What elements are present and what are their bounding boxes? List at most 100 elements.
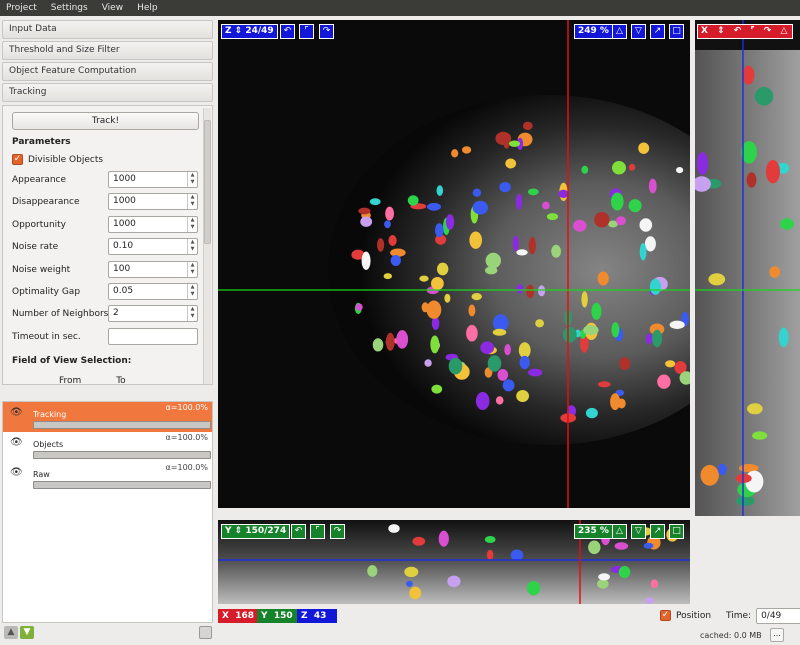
cell-segment	[480, 341, 495, 355]
param-appearance: Appearance 1000 ▲ ▼	[12, 171, 202, 189]
coord-y: Y 150	[257, 609, 297, 623]
cell-segment	[618, 566, 631, 579]
cell-segment	[431, 277, 444, 290]
applet-input-data[interactable]: Input Data	[2, 20, 213, 39]
spin-arrows[interactable]: ▲ ▼	[187, 262, 197, 277]
rotate-left-icon[interactable]: ↶	[280, 24, 295, 39]
opacity-slider[interactable]	[33, 451, 211, 459]
menu-project[interactable]: Project	[6, 3, 37, 13]
param-label: Disappearance	[12, 197, 80, 207]
cell-segment	[528, 368, 543, 377]
rotate-right-icon[interactable]: ↷	[330, 524, 345, 539]
move-down-icon[interactable]: ▼	[20, 626, 34, 639]
cell-segment	[628, 163, 636, 171]
applet-scrollbar[interactable]	[203, 108, 211, 384]
opportunity-spinbox[interactable]: 1000 ▲ ▼	[108, 216, 198, 233]
parameters-heading: Parameters	[12, 137, 71, 147]
maximize-icon[interactable]: □	[669, 524, 684, 539]
noise-rate-spinbox[interactable]: 0.10 ▲ ▼	[108, 238, 198, 255]
swap-axes-icon[interactable]: ⌜	[310, 524, 325, 539]
scrollbar-thumb[interactable]	[204, 120, 211, 244]
position-checkbox[interactable]: ✓	[660, 610, 671, 621]
y-slice-spinbox[interactable]: Y ⇕ 150/274	[221, 524, 291, 539]
swap-axes-icon[interactable]: ⌜	[299, 24, 314, 39]
menu-settings[interactable]: Settings	[51, 3, 88, 13]
menu-view[interactable]: View	[102, 3, 123, 13]
maximize-icon[interactable]: □	[669, 24, 684, 39]
more-button[interactable]: ...	[770, 628, 784, 642]
spin-arrows[interactable]: ▲ ▼	[187, 306, 197, 321]
cell-segment	[657, 374, 671, 389]
undock-icon[interactable]: ↗	[650, 24, 665, 39]
param-noise-weight: Noise weight 100 ▲ ▼	[12, 261, 202, 279]
menu-help[interactable]: Help	[137, 3, 158, 13]
layer-raw[interactable]: 👁 Raw α=100.0%	[3, 462, 212, 492]
yz-image[interactable]	[695, 20, 800, 516]
zoom-level-bottom[interactable]: 235 %	[574, 524, 613, 539]
applet-tracking[interactable]: Tracking	[2, 83, 213, 102]
move-up-icon[interactable]: ▲	[4, 626, 18, 639]
eye-icon[interactable]: 👁	[10, 407, 23, 418]
rotate-left-icon[interactable]: ↶	[291, 524, 306, 539]
slice-up-icon[interactable]: △	[612, 524, 627, 539]
cell-segment	[588, 540, 601, 555]
viewer-xy[interactable]: Z ⇕ 24/49 ↶ ⌜ ↷ 249 % △ ▽ ↗ □	[218, 20, 690, 508]
layer-options-button[interactable]	[199, 626, 212, 639]
cell-segment	[444, 293, 451, 303]
applet-threshold-filter[interactable]: Threshold and Size Filter	[2, 41, 213, 60]
cell-segment	[597, 579, 609, 589]
spin-arrows[interactable]: ▲ ▼	[187, 239, 197, 254]
track-button[interactable]: Track!	[12, 112, 199, 130]
cell-segment	[611, 322, 620, 338]
cell-segment	[495, 396, 504, 405]
slice-up-icon[interactable]: △	[612, 24, 627, 39]
applet-feature-computation[interactable]: Object Feature Computation	[2, 62, 213, 81]
spin-arrows[interactable]: ▲ ▼	[187, 217, 197, 232]
noise-weight-spinbox[interactable]: 100 ▲ ▼	[108, 261, 198, 278]
cell-segment	[475, 392, 490, 410]
eye-icon[interactable]: 👁	[10, 437, 23, 448]
timeout-input[interactable]	[108, 328, 198, 345]
z-slice-spinbox[interactable]: Z ⇕ 24/49	[221, 24, 278, 39]
undock-icon[interactable]: ↗	[650, 524, 665, 539]
disappearance-spinbox[interactable]: 1000 ▲ ▼	[108, 193, 198, 210]
cell-segment	[505, 158, 517, 169]
xy-image[interactable]	[218, 20, 690, 508]
cell-segment	[611, 192, 624, 211]
cell-segment	[407, 195, 419, 206]
cell-segment	[377, 238, 385, 252]
layer-tracking[interactable]: 👁 Tracking α=100.0%	[3, 402, 212, 432]
opacity-slider[interactable]	[33, 481, 211, 489]
divisible-objects-row[interactable]: ✓ Divisible Objects	[12, 154, 103, 165]
cell-segment	[426, 300, 442, 319]
viewer-yz[interactable]: X ⇕ ↶ ⌜ ↷ △ ▽ ↗ □	[695, 20, 800, 516]
param-opportunity: Opportunity 1000 ▲ ▼	[12, 216, 202, 234]
cell-segment	[383, 273, 392, 280]
cell-segment	[610, 393, 621, 411]
cell-segment	[468, 304, 476, 317]
divisible-objects-checkbox[interactable]: ✓	[12, 154, 23, 165]
appearance-spinbox[interactable]: 1000 ▲ ▼	[108, 171, 198, 188]
cell-segment	[614, 542, 629, 550]
zoom-level[interactable]: 249 %	[574, 24, 613, 39]
slice-down-icon[interactable]: ▽	[631, 524, 646, 539]
cell-segment	[700, 464, 719, 486]
opacity-slider[interactable]	[33, 421, 211, 429]
cell-segment	[747, 403, 763, 415]
x-slice-toolbar[interactable]: X ⇕ ↶ ⌜ ↷ △ ▽ ↗ □	[697, 24, 793, 39]
optimality-gap-spinbox[interactable]: 0.05 ▲ ▼	[108, 283, 198, 300]
spin-arrows[interactable]: ▲ ▼	[187, 284, 197, 299]
neighbors-spinbox[interactable]: 2 ▲ ▼	[108, 305, 198, 322]
layer-objects[interactable]: 👁 Objects α=100.0%	[3, 432, 212, 462]
spin-arrows[interactable]: ▲ ▼	[187, 194, 197, 209]
slice-down-icon[interactable]: ▽	[631, 24, 646, 39]
spin-arrows[interactable]: ▲ ▼	[187, 172, 197, 187]
viewer-xz[interactable]: Y ⇕ 150/274 ↶ ⌜ ↷ 235 % △ ▽ ↗ □	[218, 520, 690, 604]
cell-segment	[778, 327, 789, 348]
time-spinbox[interactable]: 0/49	[756, 608, 800, 624]
position-toggle[interactable]: ✓ Position	[660, 610, 711, 621]
cell-segment	[466, 324, 478, 342]
eye-icon[interactable]: 👁	[10, 467, 23, 478]
param-label: Noise weight	[12, 265, 71, 275]
rotate-right-icon[interactable]: ↷	[319, 24, 334, 39]
